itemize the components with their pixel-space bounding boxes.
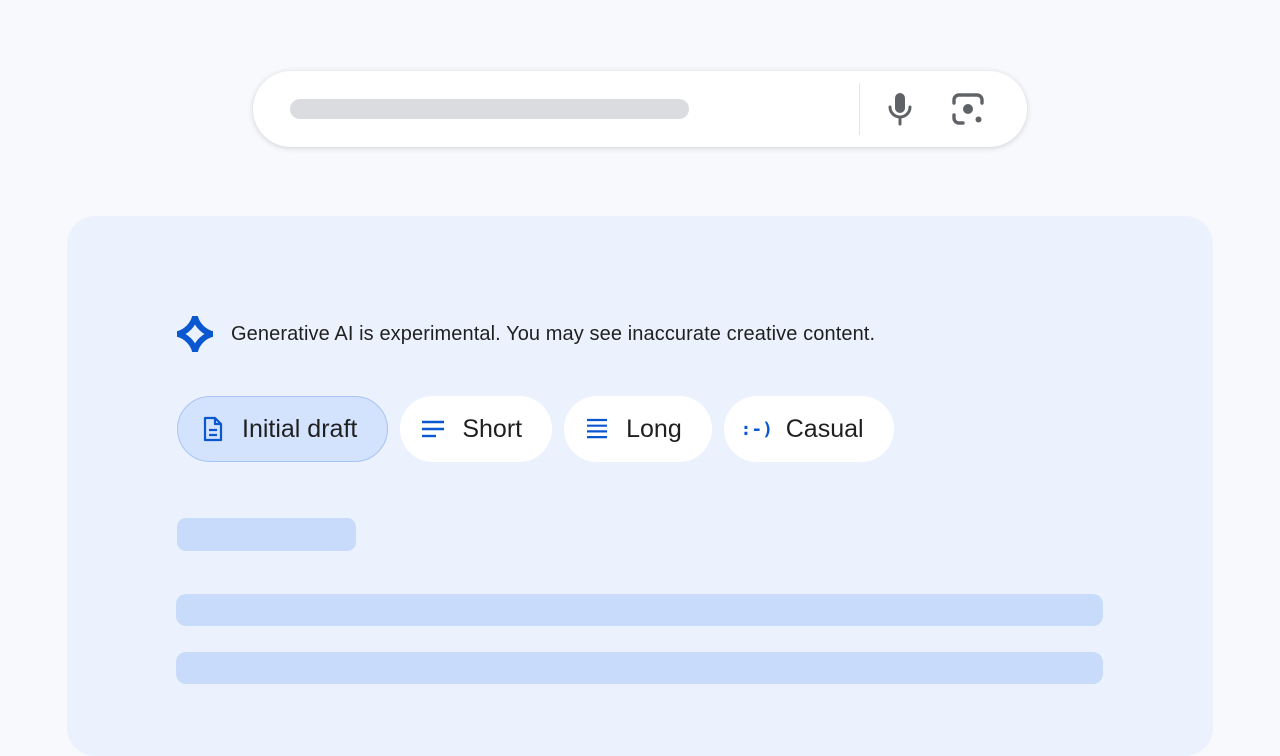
loading-title-placeholder	[177, 518, 356, 551]
microphone-icon	[888, 93, 912, 126]
voice-search-button[interactable]	[880, 89, 920, 129]
chip-label: Long	[626, 414, 682, 443]
short-lines-icon	[420, 416, 446, 442]
style-chips: Initial draft Short Long:-) Casual	[177, 396, 894, 462]
chip-casual[interactable]: :-) Casual	[723, 396, 894, 462]
loading-line-placeholder	[176, 652, 1103, 684]
chip-short[interactable]: Short	[400, 396, 553, 462]
gemini-sparkle-icon	[177, 316, 213, 352]
long-lines-icon	[584, 416, 610, 442]
chip-long[interactable]: Long	[564, 396, 712, 462]
search-bar[interactable]	[253, 71, 1027, 147]
search-divider	[859, 83, 860, 135]
lens-search-button[interactable]	[948, 89, 988, 129]
ai-experimental-notice: Generative AI is experimental. You may s…	[177, 316, 875, 352]
chip-label: Short	[462, 414, 523, 443]
chip-label: Casual	[785, 414, 864, 443]
document-icon	[200, 416, 226, 442]
camera-lens-icon	[952, 93, 984, 125]
creative-content-panel: Generative AI is experimental. You may s…	[67, 216, 1213, 756]
notice-text: Generative AI is experimental. You may s…	[231, 322, 876, 345]
chip-label: Initial draft	[242, 414, 358, 443]
loading-line-placeholder	[176, 594, 1103, 626]
search-input-placeholder[interactable]	[290, 99, 689, 119]
casual-emoticon-icon: :-)	[740, 418, 773, 440]
chip-initial-draft[interactable]: Initial draft	[177, 396, 389, 462]
